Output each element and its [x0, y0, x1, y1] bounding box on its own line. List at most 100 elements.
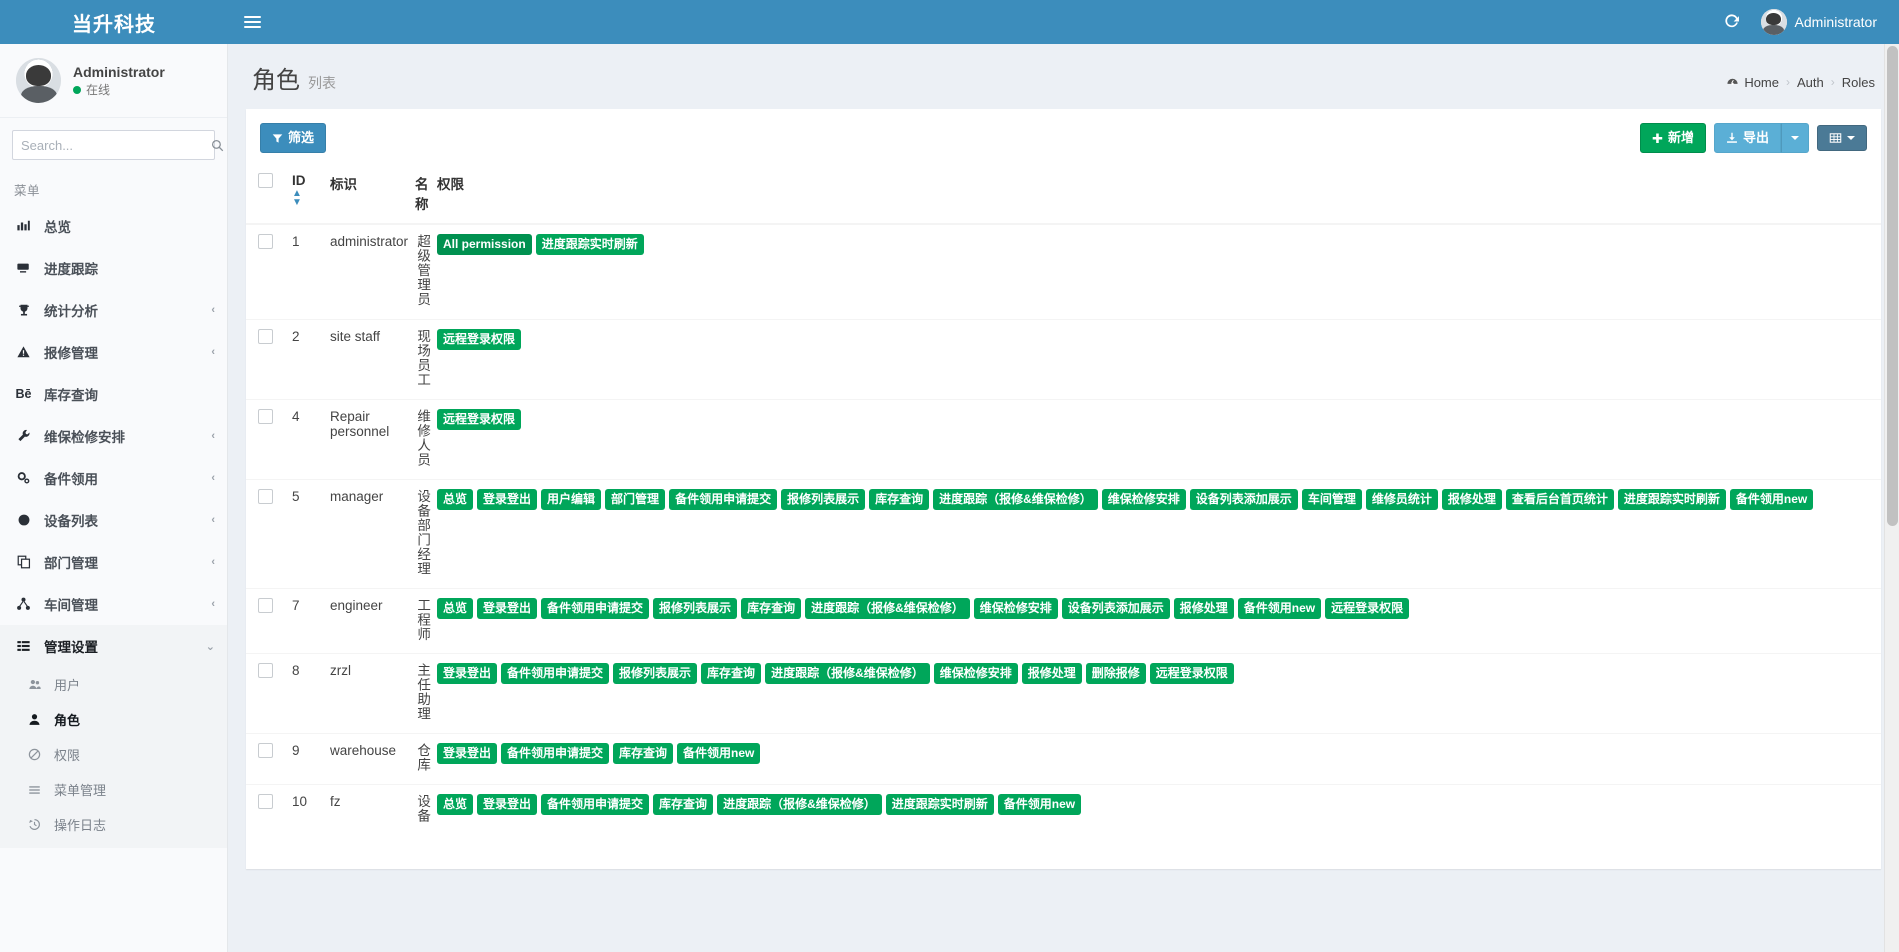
chevron-left-icon: ‹: [211, 556, 215, 568]
sidebar-item-department-management[interactable]: 部门管理 ‹: [0, 541, 227, 583]
permission-tag: 报修处理: [1442, 489, 1502, 510]
th-id-label: ID: [292, 173, 306, 188]
table-row[interactable]: 7engineer工程师总览登录登出备件领用申请提交报修列表展示库存查询进度跟踪…: [246, 588, 1881, 654]
permission-tag: 用户编辑: [541, 489, 601, 510]
cell-permissions: 总览登录登出备件领用申请提交库存查询进度跟踪（报修&维保检修）进度跟踪实时刷新备…: [431, 785, 1881, 836]
sidebar-item-statistics[interactable]: 统计分析 ‹: [0, 289, 227, 331]
cell-id: 4: [286, 399, 324, 479]
cell-id: 10: [286, 785, 324, 836]
permission-tag: 远程登录权限: [437, 329, 521, 350]
select-all-checkbox[interactable]: [258, 173, 273, 188]
th-id[interactable]: ID ▲▼: [286, 163, 324, 224]
sidebar-item-workshop-management[interactable]: 车间管理 ‹: [0, 583, 227, 625]
sidebar-submenu-admin-settings: 用户 角色 权限: [0, 667, 227, 848]
moon-icon: [14, 513, 33, 527]
sidebar-item-operation-log[interactable]: 操作日志: [0, 807, 227, 842]
sidebar-item-label: 菜单管理: [54, 780, 106, 799]
sidebar-item-overview[interactable]: 总览: [0, 205, 227, 247]
table-row[interactable]: 5manager设备部门经理总览登录登出用户编辑部门管理备件领用申请提交报修列表…: [246, 479, 1881, 588]
user-menu-label: Administrator: [1795, 14, 1877, 30]
sidebar-item-permissions[interactable]: 权限: [0, 737, 227, 772]
sitemap-icon: [14, 597, 33, 611]
cell-id: 5: [286, 479, 324, 588]
sidebar-item-spare-parts[interactable]: 备件领用 ‹: [0, 457, 227, 499]
user-menu-button[interactable]: Administrator: [1753, 0, 1889, 44]
cell-slug: site staff: [324, 319, 409, 399]
sidebar-item-admin-settings[interactable]: 管理设置 ⌄ 用户 角色: [0, 625, 227, 848]
table-header-row: ID ▲▼ 标识 名称 权限: [246, 163, 1881, 224]
sidebar-menu: 总览 进度跟踪 统计分析 ‹ 报修管: [0, 205, 227, 848]
filter-button[interactable]: 筛选: [260, 123, 326, 153]
th-slug-label: 标识: [330, 177, 357, 192]
refresh-button[interactable]: [1711, 0, 1753, 44]
sidebar-item-stock-query[interactable]: Bē 库存查询: [0, 373, 227, 415]
sidebar-user-info: Administrator 在线: [73, 63, 165, 99]
table-row[interactable]: 2site staff现场员工远程登录权限: [246, 319, 1881, 399]
table-row[interactable]: 9warehouse仓库登录登出备件领用申请提交库存查询备件领用new: [246, 734, 1881, 785]
sidebar-item-users[interactable]: 用户: [0, 667, 227, 702]
cell-permissions: 总览登录登出用户编辑部门管理备件领用申请提交报修列表展示库存查询进度跟踪（报修&…: [431, 479, 1881, 588]
row-checkbox[interactable]: [258, 329, 273, 344]
permission-tag: 进度跟踪（报修&维保检修）: [717, 794, 882, 815]
add-new-button[interactable]: ✚ 新增: [1640, 123, 1706, 153]
export-button[interactable]: 导出: [1714, 123, 1781, 153]
column-selector-button[interactable]: [1817, 125, 1867, 151]
table-row[interactable]: 10fz设备总览登录登出备件领用申请提交库存查询进度跟踪（报修&维保检修）进度跟…: [246, 785, 1881, 836]
cell-name-text: 现场员工: [415, 329, 430, 387]
permission-tag: 总览: [437, 489, 473, 510]
permission-tag: 备件领用new: [1730, 489, 1813, 510]
filter-icon: [272, 133, 283, 144]
sidebar-avatar: [16, 58, 61, 103]
roles-box: 筛选 ✚ 新增 导出: [246, 109, 1881, 869]
page-title: 角色: [252, 60, 300, 95]
cell-name: 设备: [409, 785, 431, 836]
table-row[interactable]: 8zrzl主任助理登录登出备件领用申请提交报修列表展示库存查询进度跟踪（报修&维…: [246, 654, 1881, 734]
breadcrumb: Home › Auth › Roles: [1726, 75, 1875, 90]
row-checkbox[interactable]: [258, 663, 273, 678]
permission-tag: 车间管理: [1302, 489, 1362, 510]
sidebar-item-menu-management[interactable]: 菜单管理: [0, 772, 227, 807]
sidebar-toggle-button[interactable]: [228, 0, 276, 44]
permission-tag: 进度跟踪实时刷新: [536, 234, 644, 255]
table-row[interactable]: 1administrator超级管理员All permission进度跟踪实时刷…: [246, 224, 1881, 319]
cell-name: 超级管理员: [409, 224, 431, 319]
cell-name-text: 超级管理员: [415, 234, 430, 307]
row-checkbox[interactable]: [258, 489, 273, 504]
row-checkbox[interactable]: [258, 234, 273, 249]
permission-tag: 库存查询: [613, 743, 673, 764]
permission-tag: 远程登录权限: [437, 409, 521, 430]
sidebar-item-progress-tracking[interactable]: 进度跟踪: [0, 247, 227, 289]
permission-tag-list: 总览登录登出用户编辑部门管理备件领用申请提交报修列表展示库存查询进度跟踪（报修&…: [437, 489, 1875, 510]
export-dropdown-button[interactable]: [1781, 123, 1809, 153]
table-row[interactable]: 4Repair personnel维修人员远程登录权限: [246, 399, 1881, 479]
sidebar-item-label: 统计分析: [44, 300, 98, 320]
th-permissions-label: 权限: [437, 177, 464, 192]
breadcrumb-item-auth[interactable]: Auth: [1797, 75, 1824, 90]
cell-name-text: 设备: [415, 794, 430, 823]
search-input[interactable]: [13, 131, 205, 159]
sidebar-item-device-list[interactable]: 设备列表 ‹: [0, 499, 227, 541]
page-scrollbar-thumb[interactable]: [1887, 46, 1898, 526]
row-checkbox[interactable]: [258, 409, 273, 424]
page-scrollbar[interactable]: [1884, 44, 1899, 952]
search-box[interactable]: [12, 130, 215, 160]
sidebar-user-status: 在线: [73, 81, 165, 99]
search-icon: [211, 139, 224, 152]
sidebar-item-roles[interactable]: 角色: [0, 702, 227, 737]
permission-tag: 维保检修安排: [1102, 489, 1186, 510]
breadcrumb-item-home[interactable]: Home: [1726, 75, 1779, 90]
search-button[interactable]: [205, 131, 228, 159]
bars-icon: [26, 784, 43, 796]
row-checkbox[interactable]: [258, 743, 273, 758]
sort-updown-icon[interactable]: ▲▼: [292, 189, 318, 207]
brand-logo[interactable]: 当升科技: [0, 0, 228, 44]
header-actions: ✚ 新增 导出: [1640, 123, 1867, 153]
row-checkbox[interactable]: [258, 598, 273, 613]
sidebar-item-repair-management[interactable]: 报修管理 ‹: [0, 331, 227, 373]
cell-slug: manager: [324, 479, 409, 588]
sidebar-user-panel: Administrator 在线: [0, 44, 227, 118]
chevron-left-icon: ‹: [211, 514, 215, 526]
sidebar-item-maintenance-schedule[interactable]: 维保检修安排 ‹: [0, 415, 227, 457]
row-checkbox[interactable]: [258, 794, 273, 809]
permission-tag: 备件领用申请提交: [669, 489, 777, 510]
